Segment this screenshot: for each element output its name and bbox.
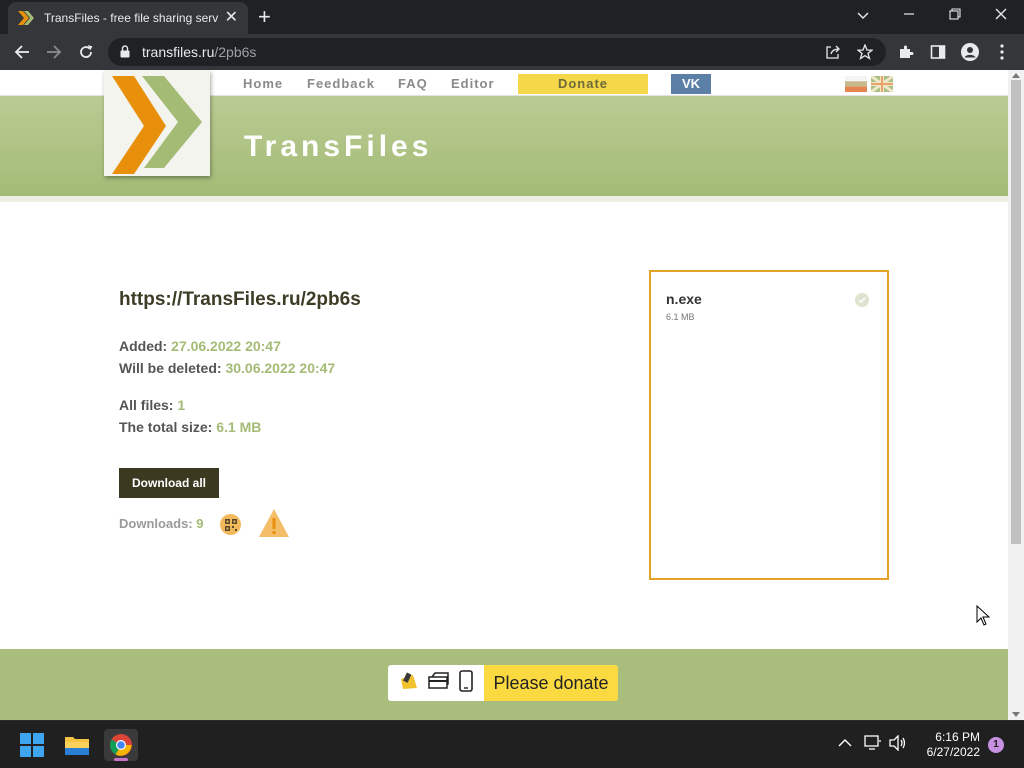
windows-start-icon[interactable] [15, 729, 49, 761]
browser-toolbar: transfiles.ru/2pb6s [0, 34, 1024, 70]
address-bar[interactable]: transfiles.ru/2pb6s [108, 38, 886, 66]
profile-avatar-icon[interactable] [960, 42, 980, 62]
nav-home[interactable]: Home [243, 76, 283, 91]
size-value: 6.1 MB [216, 419, 262, 435]
nav-editor[interactable]: Editor [451, 76, 495, 91]
site-footer: Please donate [0, 649, 1008, 720]
site-logo[interactable] [104, 70, 210, 176]
file-explorer-icon[interactable] [60, 729, 94, 761]
english-flag-icon[interactable] [870, 74, 894, 94]
downloads-label: Downloads: [119, 516, 193, 531]
bookmark-star-icon[interactable] [856, 43, 874, 61]
windows-taskbar: 6:16 PM 6/27/2022 1 [0, 720, 1024, 768]
scroll-up-arrow-icon[interactable] [1012, 73, 1020, 78]
browser-tab-strip: TransFiles - free file sharing servic ✕ … [0, 0, 1024, 34]
tab-search-icon[interactable] [840, 4, 886, 28]
file-name[interactable]: n.exe [666, 291, 702, 307]
web-page: Home Feedback FAQ Editor Donate VK Trans… [0, 70, 1024, 720]
scrollbar-thumb[interactable] [1011, 80, 1021, 544]
size-label: The total size: [119, 419, 213, 435]
deleted-label: Will be deleted: [119, 360, 222, 376]
site-name: TransFiles [244, 130, 433, 163]
extensions-puzzle-icon[interactable] [896, 42, 916, 62]
download-all-button[interactable]: Download all [119, 468, 219, 498]
tab-close-icon[interactable]: ✕ [225, 10, 238, 26]
forward-arrow-icon[interactable] [42, 40, 66, 64]
network-icon[interactable] [864, 735, 882, 754]
volume-icon[interactable] [889, 734, 907, 754]
clock-time: 6:16 PM [935, 730, 980, 744]
downloads-value: 9 [196, 516, 204, 531]
file-list-panel: n.exe 6.1 MB [649, 270, 889, 580]
chrome-taskbar-icon[interactable] [104, 729, 138, 761]
total-size-row: The total size: 6.1 MB [119, 419, 261, 435]
nav-feedback[interactable]: Feedback [307, 76, 375, 91]
lock-icon[interactable] [120, 45, 130, 63]
deleted-value: 30.06.2022 20:47 [225, 360, 336, 376]
tab-title: TransFiles - free file sharing servic [44, 11, 219, 25]
donate-widget[interactable]: Please donate [388, 665, 618, 701]
vk-button[interactable]: VK [671, 74, 711, 94]
mouse-pointer-icon [976, 604, 991, 632]
added-label: Added: [119, 338, 168, 354]
url-text[interactable]: transfiles.ru/2pb6s [142, 44, 256, 60]
close-window-icon[interactable] [978, 4, 1024, 28]
report-warning-icon[interactable] [258, 508, 290, 543]
please-donate-label[interactable]: Please donate [484, 665, 618, 701]
reload-icon[interactable] [74, 40, 98, 64]
share-icon[interactable] [824, 43, 842, 61]
added-row: Added: 27.06.2022 20:47 [119, 338, 281, 354]
file-size: 6.1 MB [666, 312, 695, 322]
bank-card-icon [428, 671, 450, 695]
minimize-icon[interactable] [886, 4, 932, 28]
clock-date: 6/27/2022 [926, 745, 980, 759]
qr-code-icon[interactable] [220, 514, 241, 535]
wallet-icon [399, 671, 419, 696]
url-host: transfiles.ru [142, 44, 215, 60]
donate-button[interactable]: Donate [518, 74, 648, 94]
new-tab-icon[interactable]: + [258, 6, 271, 28]
system-clock[interactable]: 6:16 PM 6/27/2022 [916, 730, 980, 760]
scroll-down-arrow-icon[interactable] [1012, 712, 1020, 717]
files-value: 1 [177, 397, 186, 413]
notification-badge[interactable]: 1 [988, 737, 1004, 753]
url-path: /2pb6s [214, 44, 257, 60]
kebab-menu-icon[interactable] [992, 42, 1012, 62]
share-url[interactable]: https://TransFiles.ru/2pb6s [119, 289, 361, 311]
nav-faq[interactable]: FAQ [398, 76, 428, 91]
files-label: All files: [119, 397, 174, 413]
russian-flag-icon[interactable] [845, 76, 867, 92]
browser-tab[interactable]: TransFiles - free file sharing servic ✕ [8, 2, 248, 34]
payment-methods [388, 665, 484, 701]
side-panel-icon[interactable] [928, 42, 948, 62]
downloads-count: Downloads: 9 [119, 516, 204, 531]
file-count-row: All files: 1 [119, 397, 185, 413]
restore-icon[interactable] [932, 4, 978, 28]
mobile-phone-icon [459, 669, 474, 697]
back-arrow-icon[interactable] [10, 40, 34, 64]
chevron-up-icon[interactable] [838, 735, 852, 751]
page-scrollbar[interactable] [1008, 70, 1024, 720]
added-value: 27.06.2022 20:47 [171, 338, 281, 354]
transfiles-favicon-icon [18, 10, 34, 26]
deletion-row: Will be deleted: 30.06.2022 20:47 [119, 360, 335, 376]
file-checkmark-icon[interactable] [855, 293, 869, 307]
